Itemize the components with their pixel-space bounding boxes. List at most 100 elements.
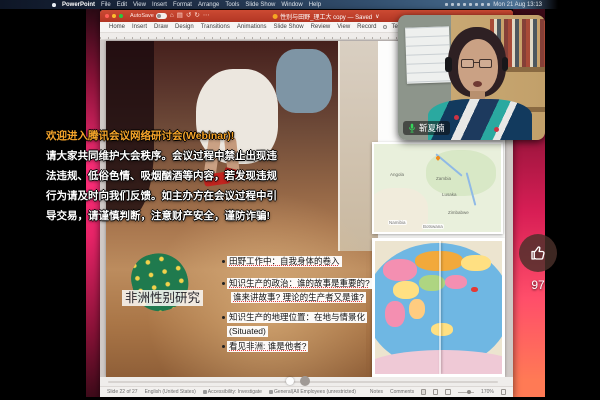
map-label-botswana: Botswana [422, 224, 444, 229]
normal-view-icon[interactable] [421, 389, 426, 395]
bullet-icon [222, 260, 225, 263]
apple-menu-icon[interactable] [52, 3, 56, 7]
horizontal-scrollbar[interactable] [100, 377, 513, 386]
title-chevron-icon[interactable]: ∨ [375, 13, 379, 20]
notice-line: 导交易，请谨慎判断，注意财产安全，谨防诈骗! [46, 206, 298, 226]
map-terrain [374, 188, 428, 232]
bullet-icon [222, 345, 225, 348]
document-title: 性别与田野_理工大 copy — Saved ∨ [272, 10, 379, 22]
tray-icon[interactable] [469, 3, 472, 6]
shirt-dot [494, 127, 499, 132]
zoom-level[interactable]: 170% [481, 389, 494, 395]
fit-slide-icon[interactable] [501, 389, 506, 395]
menu-file[interactable]: File [101, 2, 111, 8]
undo-icon[interactable]: ↺ [186, 13, 191, 20]
menu-format[interactable]: Format [173, 2, 192, 8]
slide-bullet: 谁来讲故事? 理论的生产者又是谁? [231, 292, 366, 303]
tray-icon[interactable] [451, 3, 454, 6]
slide-side-label: 非洲性别研究 [122, 290, 203, 306]
menu-edit[interactable]: Edit [117, 2, 127, 8]
menu-bar-clock[interactable]: Mon 21 Aug 13:13 [493, 2, 542, 8]
tab-transitions[interactable]: Transitions [198, 24, 233, 30]
macos-menu-bar: PowerPoint File Edit View Insert Format … [0, 0, 600, 9]
tray-icon[interactable] [475, 3, 478, 6]
map-region [409, 299, 425, 319]
map-region [383, 259, 417, 281]
map-region-australia [431, 323, 453, 336]
close-button[interactable] [105, 14, 109, 18]
tab-design[interactable]: Design [172, 24, 197, 30]
slide-position[interactable]: Slide 22 of 27 [107, 389, 138, 395]
tab-home[interactable]: Home [106, 24, 128, 30]
slide-sorter-view-icon[interactable] [433, 389, 438, 395]
photo-detail [276, 49, 332, 113]
tab-animations[interactable]: Animations [234, 24, 270, 30]
slide-bullet: 知识生产的政治：谁的故事是重要的? [227, 278, 372, 289]
thumbs-up-reaction[interactable] [519, 234, 557, 272]
map-label-lusaka: Lusaka [442, 192, 457, 197]
menu-tools[interactable]: Tools [225, 2, 239, 8]
home-icon[interactable]: ⌂ [170, 13, 174, 20]
autosave-switch[interactable] [156, 13, 167, 19]
tray-icon[interactable] [445, 3, 448, 6]
map-label-namibia: Namibia [388, 220, 407, 225]
africa-map-inner: Angola Zambia Lusaka Zimbabwe Namibia Bo… [374, 144, 501, 232]
map-region [461, 255, 491, 271]
map-region [393, 281, 419, 299]
reaction-count: 97 [519, 278, 557, 292]
microphone-icon [408, 123, 416, 133]
menu-app-name[interactable]: PowerPoint [62, 2, 95, 8]
zoom-slider[interactable] [458, 392, 474, 393]
map-label-angola: Angola [390, 172, 404, 177]
menu-window[interactable]: Window [281, 2, 302, 8]
language-status[interactable]: English (United States) [145, 389, 196, 395]
zoom-button[interactable] [119, 14, 123, 18]
slide-bullet: 看见非洲: 谁是他者? [227, 341, 308, 352]
participant-mouth [473, 81, 482, 87]
wifi-icon[interactable] [481, 3, 484, 6]
more-icon[interactable]: ⋯ [203, 13, 210, 20]
tray-icon[interactable] [457, 3, 460, 6]
accessibility-status[interactable]: Accessibility: Investigate [203, 389, 262, 395]
reading-view-icon[interactable] [445, 389, 450, 395]
participant-video-tile[interactable]: 靳夏楠 [398, 15, 545, 140]
scrollbar-thumb[interactable] [300, 376, 310, 386]
menu-view[interactable]: View [133, 2, 146, 8]
tab-slideshow[interactable]: Slide Show [271, 24, 307, 30]
menu-help[interactable]: Help [309, 2, 321, 8]
slide-bullet: 田野工作中：自我身体的卷入 [227, 256, 342, 267]
bullet-icon [222, 282, 225, 285]
notice-line: 请大家共同维护大会秩序。会议过程中禁止出现违 [46, 146, 298, 166]
world-map-image [372, 238, 505, 377]
status-bar: Slide 22 of 27 English (United States) A… [100, 386, 513, 397]
africa-map-image: Angola Zambia Lusaka Zimbabwe Namibia Bo… [372, 142, 503, 234]
sensitivity-label[interactable]: General(All Employees (unrestricted) [269, 389, 356, 395]
menu-arrange[interactable]: Arrange [198, 2, 219, 8]
accessibility-icon [203, 390, 207, 394]
tab-draw[interactable]: Draw [151, 24, 171, 30]
participant-name: 靳夏楠 [419, 121, 445, 135]
slide-bullet: (Situated) [227, 326, 268, 337]
menu-slideshow[interactable]: Slide Show [245, 2, 275, 8]
glasses-lens [461, 59, 474, 68]
comments-button[interactable]: Comments [390, 389, 414, 395]
glasses-bridge [474, 62, 479, 63]
tab-insert[interactable]: Insert [129, 24, 150, 30]
redo-icon[interactable]: ↻ [194, 13, 199, 20]
scrollbar-dot[interactable] [286, 377, 294, 385]
battery-icon[interactable] [487, 3, 490, 6]
notes-button[interactable]: Notes [370, 389, 383, 395]
tab-review[interactable]: Review [308, 24, 334, 30]
tab-record[interactable]: Record [354, 24, 379, 30]
menu-insert[interactable]: Insert [152, 2, 167, 8]
save-icon[interactable]: ▤ [177, 13, 183, 20]
autosave-toggle[interactable]: AutoSave [130, 13, 167, 19]
tab-view[interactable]: View [334, 24, 353, 30]
menu-items: PowerPoint File Edit View Insert Format … [0, 2, 321, 8]
lightbulb-icon [383, 25, 387, 29]
map-label-zimbabwe: Zimbabwe [448, 210, 469, 215]
minimize-button[interactable] [112, 14, 116, 18]
notice-line: 行为请及时向我们反馈。如主办方在会议过程中引 [46, 186, 298, 206]
tray-icon[interactable] [463, 3, 466, 6]
thumbs-up-icon [529, 244, 547, 262]
